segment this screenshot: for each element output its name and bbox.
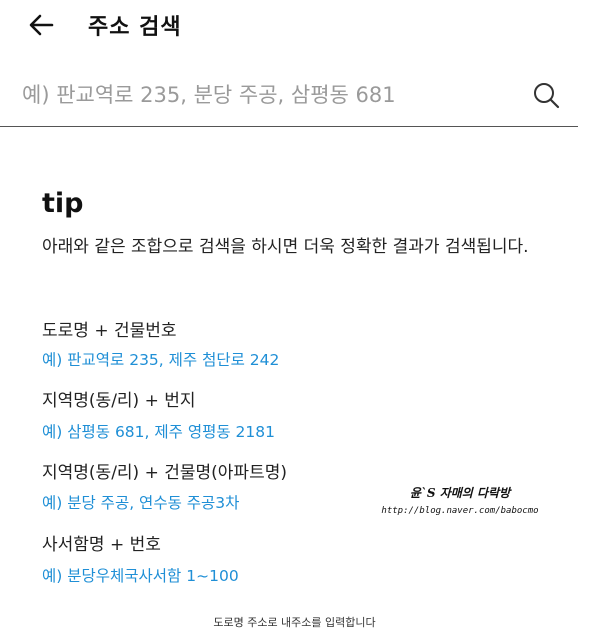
search-bar — [0, 62, 578, 127]
watermark-url: http://blog.naver.com/babocmo — [381, 506, 539, 516]
search-input[interactable] — [20, 74, 524, 116]
image-caption: 도로명 주소로 내주소를 입력합니다 — [213, 616, 376, 629]
example-label-lot: 지역명(동/리) + 번지 — [42, 391, 196, 411]
back-arrow-icon[interactable] — [26, 10, 56, 40]
example-label-building: 지역명(동/리) + 건물명(아파트명) — [42, 463, 287, 483]
search-icon[interactable] — [531, 80, 561, 110]
app-header: 주소 검색 — [0, 0, 589, 50]
example-label-pobox: 사서함명 + 번호 — [42, 535, 161, 555]
example-label-road: 도로명 + 건물번호 — [42, 321, 177, 341]
example-value-road: 예) 판교역로 235, 제주 첨단로 242 — [42, 351, 280, 369]
example-value-lot: 예) 삼평동 681, 제주 영평동 2181 — [42, 423, 275, 441]
example-value-building: 예) 분당 주공, 연수동 주공3차 — [42, 494, 240, 512]
example-value-pobox: 예) 분당우체국사서함 1~100 — [42, 567, 239, 585]
watermark-title: 윤`S 자매의 다락방 — [409, 486, 511, 500]
tip-heading: tip — [42, 188, 84, 219]
tip-description: 아래와 같은 조합으로 검색을 하시면 더욱 정확한 결과가 검색됩니다. — [42, 237, 529, 257]
blog-watermark: 윤`S 자매의 다락방 http://blog.naver.com/babocm… — [380, 484, 540, 516]
page-title: 주소 검색 — [88, 15, 182, 40]
